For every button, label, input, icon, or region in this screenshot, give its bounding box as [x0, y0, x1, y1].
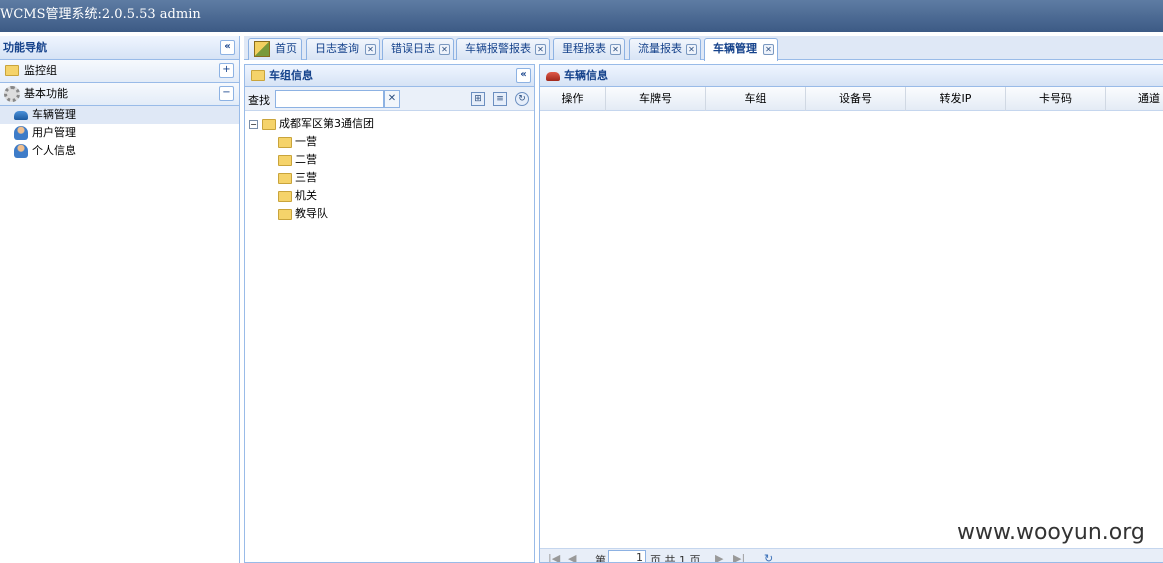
search-input[interactable]: [275, 90, 384, 108]
tree-node-label: 二营: [295, 153, 317, 166]
vehicle-info-header: 车辆信息: [540, 65, 1163, 87]
last-page-icon[interactable]: ▶|: [733, 552, 745, 562]
tab-label: 里程报表: [562, 42, 606, 55]
nav-group-basic[interactable]: 基本功能 −: [0, 83, 239, 106]
tab-vehicle-management[interactable]: 车辆管理 ✕: [704, 38, 778, 61]
close-icon[interactable]: ✕: [610, 44, 621, 55]
gear-icon: [4, 86, 20, 102]
next-page-icon[interactable]: ▶: [715, 552, 723, 562]
close-icon[interactable]: ✕: [535, 44, 546, 55]
tab-traffic-report[interactable]: 流量报表 ✕: [629, 38, 701, 60]
panel-title: 车辆信息: [564, 69, 608, 82]
vehicle-group-panel: 车组信息 « 查找 ✕ ⊞ ≡ ↻ − 成都军区第3通信团 一营 二营 三营 机…: [244, 64, 535, 563]
expand-icon[interactable]: +: [219, 63, 234, 78]
nav-item-user-management[interactable]: 用户管理: [0, 124, 239, 142]
folder-icon: [278, 209, 292, 220]
vehicle-group-tree: − 成都军区第3通信团 一营 二营 三营 机关 教导队: [245, 111, 534, 223]
user-icon: [14, 144, 28, 158]
nav-item-personal-info[interactable]: 个人信息: [0, 142, 239, 160]
first-page-icon[interactable]: |◀: [548, 552, 560, 562]
expand-all-icon[interactable]: ⊞: [471, 92, 485, 106]
column-header[interactable]: 通道: [1106, 87, 1163, 111]
tree-node-root[interactable]: − 成都军区第3通信团: [245, 115, 534, 133]
tab-strip: 首页 日志查询 ✕ 错误日志 ✕ 车辆报警报表 ✕ 里程报表 ✕ 流量报表 ✕ …: [244, 36, 1163, 61]
tab-label: 车辆报警报表: [465, 42, 531, 55]
folder-icon: [278, 191, 292, 202]
folder-icon: [251, 70, 265, 81]
app-title: WCMS管理系统:2.0.5.53 admin: [0, 7, 201, 22]
folder-icon: [5, 65, 19, 76]
tab-home[interactable]: 首页: [248, 38, 302, 60]
pagination-bar: |◀ ◀ 第 1 页 共 1 页 ▶ ▶| ↻: [540, 548, 1163, 562]
clear-icon[interactable]: ✕: [384, 90, 400, 108]
car-icon: [546, 72, 560, 81]
user-icon: [14, 126, 28, 140]
search-label: 查找: [248, 94, 270, 107]
tree-node-label: 一营: [295, 135, 317, 148]
tab-mileage-report[interactable]: 里程报表 ✕: [553, 38, 625, 60]
collapse-all-icon[interactable]: ≡: [493, 92, 507, 106]
close-icon[interactable]: ✕: [439, 44, 450, 55]
tab-label: 错误日志: [391, 42, 435, 55]
prev-page-icon[interactable]: ◀: [568, 552, 576, 562]
close-icon[interactable]: ✕: [686, 44, 697, 55]
tree-node-label: 三营: [295, 171, 317, 184]
panel-collapse-icon[interactable]: «: [516, 68, 531, 83]
tree-node[interactable]: 三营: [245, 169, 534, 187]
nav-header: 功能导航 «: [0, 36, 239, 60]
nav-title: 功能导航: [3, 41, 47, 54]
nav-collapse-icon[interactable]: «: [220, 40, 235, 55]
vehicle-info-panel: 车辆信息 操作 车牌号 车组 设备号 转发IP 卡号码 通道 |◀ ◀ 第 1 …: [539, 64, 1163, 563]
nav-item-label: 个人信息: [32, 144, 76, 157]
pager-prefix: 第: [595, 554, 606, 562]
column-header[interactable]: 车牌号: [606, 87, 706, 111]
nav-item-label: 车辆管理: [32, 108, 76, 121]
nav-item-vehicle-management[interactable]: 车辆管理: [0, 106, 239, 124]
nav-item-label: 用户管理: [32, 126, 76, 139]
folder-icon: [262, 119, 276, 130]
vehicle-group-header: 车组信息 «: [245, 65, 534, 87]
column-header[interactable]: 转发IP: [906, 87, 1006, 111]
folder-icon: [278, 137, 292, 148]
close-icon[interactable]: ✕: [365, 44, 376, 55]
refresh-icon[interactable]: ↻: [515, 92, 529, 106]
tab-label: 日志查询: [315, 42, 359, 55]
folder-icon: [278, 155, 292, 166]
watermark: www.wooyun.org: [957, 520, 1145, 545]
tree-node[interactable]: 一营: [245, 133, 534, 151]
car-icon: [14, 111, 28, 120]
tab-vehicle-alarm-report[interactable]: 车辆报警报表 ✕: [456, 38, 550, 60]
tab-label: 车辆管理: [713, 42, 757, 55]
tab-error-log[interactable]: 错误日志 ✕: [382, 38, 454, 60]
tree-node[interactable]: 二营: [245, 151, 534, 169]
home-icon: [254, 41, 270, 57]
app-title-bar: WCMS管理系统:2.0.5.53 admin: [0, 0, 1163, 32]
tree-node-label: 教导队: [295, 207, 328, 220]
pager-suffix: 页 共 1 页: [650, 554, 701, 562]
tree-node-label: 机关: [295, 189, 317, 202]
collapse-icon[interactable]: −: [219, 86, 234, 101]
nav-group-label: 基本功能: [24, 87, 68, 100]
nav-group-label: 监控组: [24, 64, 57, 77]
close-icon[interactable]: ✕: [763, 44, 774, 55]
refresh-icon[interactable]: ↻: [764, 552, 773, 562]
panel-title: 车组信息: [269, 69, 313, 82]
page-number-input[interactable]: 1: [608, 550, 646, 562]
tree-node[interactable]: 教导队: [245, 205, 534, 223]
tree-node[interactable]: 机关: [245, 187, 534, 205]
table-header: 操作 车牌号 车组 设备号 转发IP 卡号码 通道: [540, 87, 1163, 111]
tree-search-bar: 查找 ✕ ⊞ ≡ ↻: [245, 87, 534, 111]
column-header[interactable]: 设备号: [806, 87, 906, 111]
folder-icon: [278, 173, 292, 184]
tree-expander-icon[interactable]: −: [249, 120, 258, 129]
tab-label: 流量报表: [638, 42, 682, 55]
tab-label: 首页: [275, 42, 297, 55]
nav-panel: 功能导航 « 监控组 + 基本功能 − 车辆管理 用户管理 个人信息: [0, 36, 240, 563]
tab-log-query[interactable]: 日志查询 ✕: [306, 38, 380, 60]
tree-node-label: 成都军区第3通信团: [279, 117, 374, 130]
column-header[interactable]: 卡号码: [1006, 87, 1106, 111]
column-header[interactable]: 车组: [706, 87, 806, 111]
column-header[interactable]: 操作: [540, 87, 606, 111]
nav-group-monitor[interactable]: 监控组 +: [0, 60, 239, 83]
